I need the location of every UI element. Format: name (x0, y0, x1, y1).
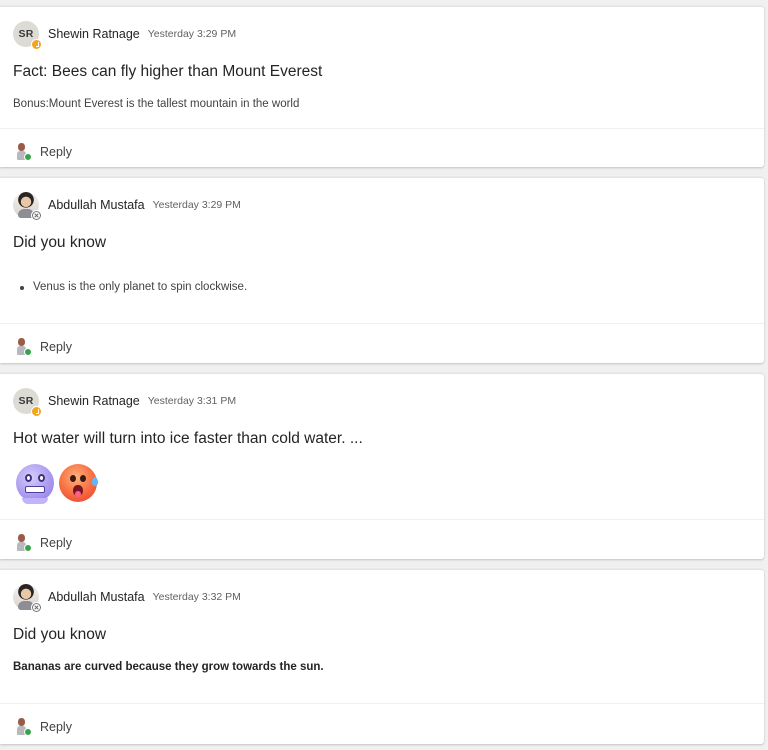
reply-label: Reply (40, 536, 72, 550)
avatar-initials: SR (18, 28, 34, 40)
available-status-icon (24, 348, 32, 356)
reply-label: Reply (40, 340, 72, 354)
timestamp: Yesterday 3:29 PM (152, 199, 241, 211)
offline-status-icon (31, 210, 42, 221)
post-header: SR Shewin Ratnage Yesterday 3:29 PM (13, 20, 237, 50)
avatar[interactable]: SR (13, 21, 42, 50)
post-body: Bananas are curved because they grow tow… (13, 661, 324, 673)
post-subject: Fact: Bees can fly higher than Mount Eve… (13, 63, 323, 80)
timestamp: Yesterday 3:29 PM (147, 28, 237, 40)
post-card: SR Shewin Ratnage Yesterday 3:31 PM Hot … (0, 373, 764, 559)
divider (0, 128, 764, 129)
author-name[interactable]: Shewin Ratnage (48, 27, 140, 41)
post-header: Abdullah Mustafa Yesterday 3:32 PM (13, 583, 241, 613)
away-status-icon (31, 39, 42, 50)
emoji-reactions (16, 464, 98, 504)
reply-button[interactable]: Reply (13, 532, 72, 554)
available-status-icon (24, 153, 32, 161)
timestamp: Yesterday 3:32 PM (152, 591, 241, 603)
divider (0, 323, 764, 324)
available-status-icon (24, 728, 32, 736)
reply-button[interactable]: Reply (13, 716, 72, 738)
post-subject: Hot water will turn into ice faster than… (13, 430, 363, 447)
avatar[interactable] (13, 584, 42, 613)
reply-label: Reply (40, 720, 72, 734)
author-name[interactable]: Abdullah Mustafa (48, 198, 145, 212)
divider (0, 703, 764, 704)
timestamp: Yesterday 3:31 PM (147, 395, 237, 407)
divider (0, 519, 764, 520)
post-subject: Did you know (13, 626, 107, 643)
avatar[interactable] (13, 192, 42, 221)
post-body: Bonus:Mount Everest is the tallest mount… (13, 98, 300, 110)
hot-face-emoji (59, 464, 98, 502)
post-card: SR Shewin Ratnage Yesterday 3:29 PM Fact… (0, 6, 764, 167)
reply-label: Reply (40, 145, 72, 159)
post-subject: Did you know (13, 234, 107, 251)
author-name[interactable]: Shewin Ratnage (48, 394, 140, 408)
offline-status-icon (31, 602, 42, 613)
post-card: Abdullah Mustafa Yesterday 3:32 PM Did y… (0, 569, 764, 744)
current-user-avatar (13, 533, 32, 553)
avatar[interactable]: SR (13, 388, 42, 417)
cold-face-emoji (16, 464, 54, 504)
current-user-avatar (13, 142, 32, 162)
post-header: Abdullah Mustafa Yesterday 3:29 PM (13, 191, 241, 221)
reply-button[interactable]: Reply (13, 336, 72, 358)
current-user-avatar (13, 337, 32, 357)
post-body-bullet: Venus is the only planet to spin clockwi… (19, 281, 248, 293)
available-status-icon (24, 544, 32, 552)
current-user-avatar (13, 717, 32, 737)
avatar-initials: SR (18, 395, 34, 407)
author-name[interactable]: Abdullah Mustafa (48, 590, 145, 604)
post-card: Abdullah Mustafa Yesterday 3:29 PM Did y… (0, 177, 764, 363)
post-header: SR Shewin Ratnage Yesterday 3:31 PM (13, 387, 237, 417)
reply-button[interactable]: Reply (13, 141, 72, 163)
away-status-icon (31, 406, 42, 417)
